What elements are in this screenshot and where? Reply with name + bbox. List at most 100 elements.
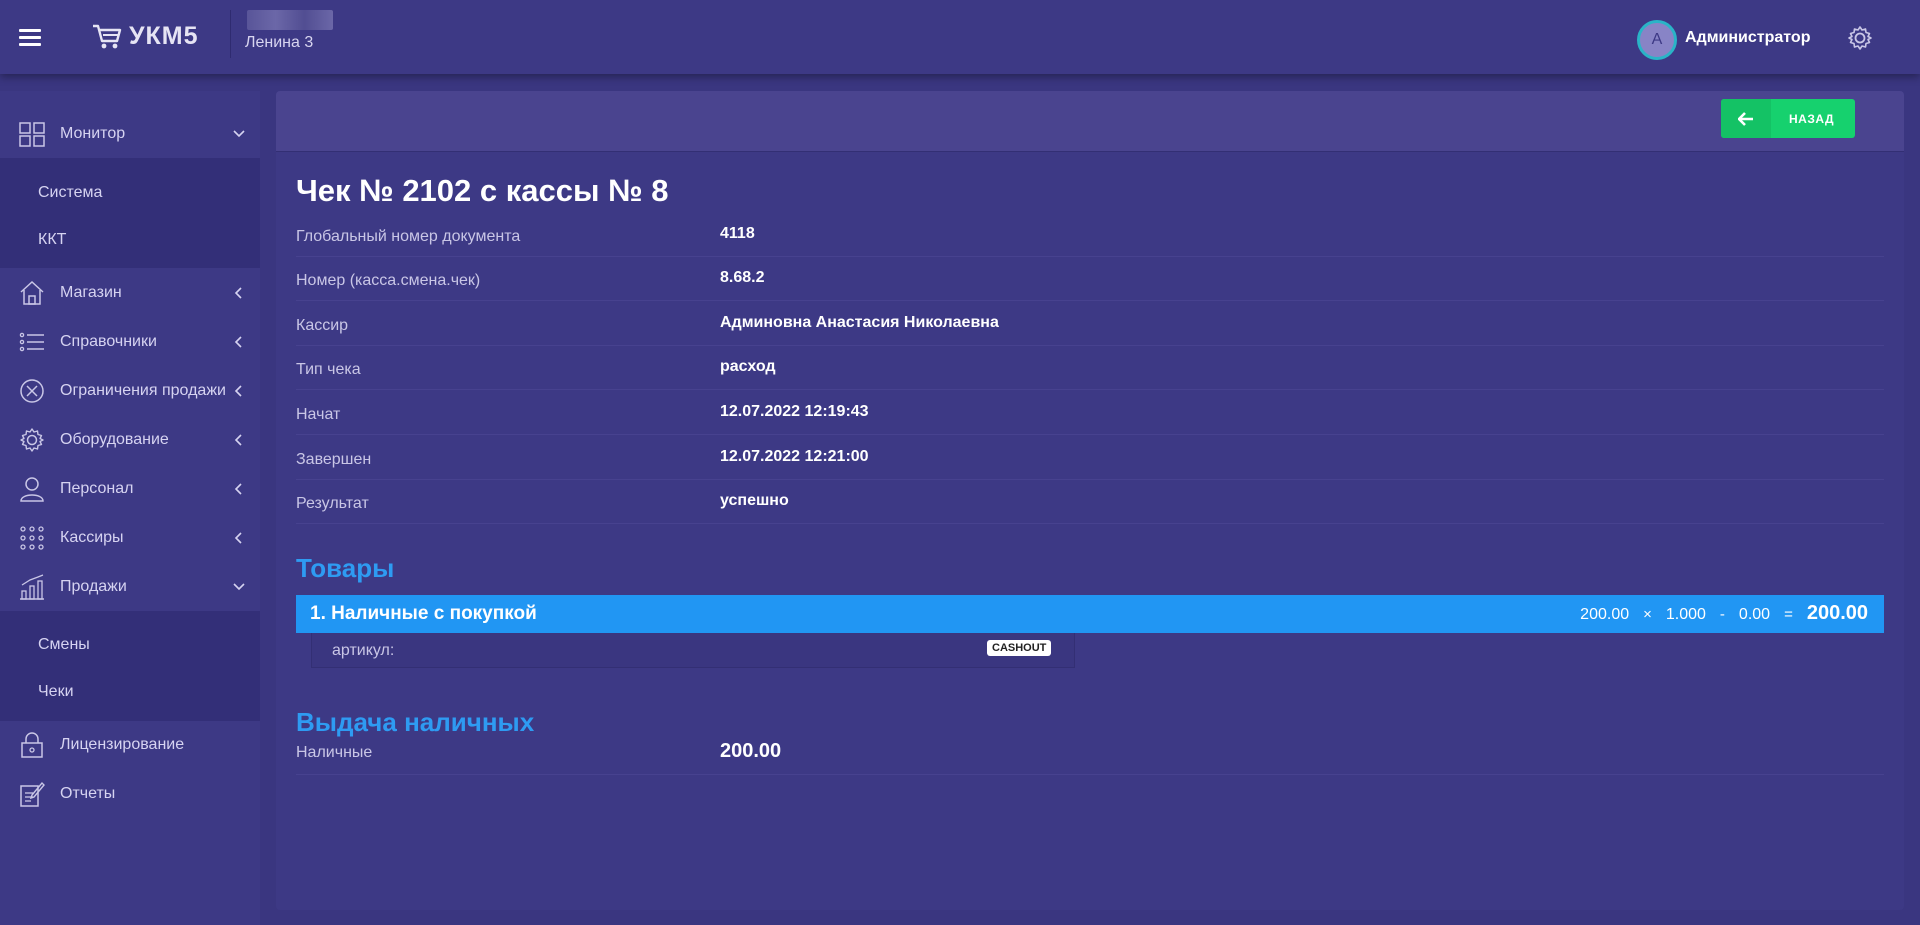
sidebar-subitem-system[interactable]: Система bbox=[38, 184, 102, 202]
chevron-down-icon bbox=[233, 583, 245, 591]
info-value: расход bbox=[720, 358, 776, 375]
chevron-left-icon bbox=[234, 336, 242, 348]
store-blurred-label bbox=[247, 10, 333, 30]
receipt-card: НАЗАД Чек № 2102 с кассы № 8 Глобальный … bbox=[276, 91, 1904, 910]
info-label: Глобальный номер документа bbox=[296, 228, 521, 245]
info-label: Тип чека bbox=[296, 361, 361, 378]
status-badge: CASHOUT bbox=[987, 640, 1052, 656]
monitor-grid-icon bbox=[19, 122, 45, 147]
avatar[interactable]: A bbox=[1637, 20, 1677, 60]
sidebar-item-label: Лицензирование bbox=[60, 736, 185, 753]
sidebar-item-reports[interactable]: Отчеты bbox=[0, 770, 260, 818]
sidebar-item-label: Отчеты bbox=[60, 785, 116, 802]
goods-discount: 0.00 bbox=[1738, 606, 1771, 623]
user-icon bbox=[20, 477, 44, 502]
chevron-left-icon bbox=[234, 434, 242, 446]
monitor-submenu: Система ККТ bbox=[0, 158, 260, 268]
gear-icon bbox=[20, 428, 44, 452]
sidebar-item-label: Продажи bbox=[60, 578, 127, 595]
store-name: Ленина 3 bbox=[245, 34, 314, 51]
info-row-started: Начат 12.07.2022 12:19:43 bbox=[296, 391, 1884, 435]
back-button[interactable]: НАЗАД bbox=[1721, 99, 1855, 138]
info-value: успешно bbox=[720, 492, 789, 509]
goods-item-calc: 200.00 × 1.000 - 0.00 = 200.00 bbox=[1580, 602, 1868, 625]
sidebar-item-cashiers[interactable]: Кассиры bbox=[0, 514, 260, 562]
store-selector[interactable]: Ленина 3 bbox=[230, 10, 333, 58]
sidebar-item-label: Ограничения продажи bbox=[60, 382, 226, 399]
page-title: Чек № 2102 с кассы № 8 bbox=[296, 173, 669, 208]
report-edit-icon bbox=[20, 781, 45, 807]
chevron-left-icon bbox=[234, 287, 242, 299]
info-value: 12.07.2022 12:19:43 bbox=[720, 403, 869, 420]
list-icon bbox=[19, 332, 44, 352]
sidebar-item-label: Магазин bbox=[60, 284, 122, 301]
sidebar-item-personnel[interactable]: Персонал bbox=[0, 465, 260, 513]
info-row-result: Результат успешно bbox=[296, 480, 1884, 524]
info-row-receipt-type: Тип чека расход bbox=[296, 346, 1884, 390]
sidebar-item-store[interactable]: Магазин bbox=[0, 269, 260, 317]
info-label: Номер (касса.смена.чек) bbox=[296, 272, 481, 289]
sidebar-item-sales-restrictions[interactable]: Ограничения продажи bbox=[0, 367, 260, 415]
sidebar-item-licensing[interactable]: Лицензирование bbox=[0, 721, 260, 769]
user-name[interactable]: Администратор bbox=[1685, 29, 1810, 47]
cashout-label: Наличные bbox=[296, 744, 373, 761]
sidebar-item-label: Справочники bbox=[60, 333, 157, 350]
goods-section-title: Товары bbox=[296, 553, 395, 583]
info-value: 12.07.2022 12:21:00 bbox=[720, 448, 869, 465]
info-row-global-number: Глобальный номер документа 4118 bbox=[296, 213, 1884, 257]
chevron-left-icon bbox=[234, 532, 242, 544]
minus-sign: - bbox=[1719, 606, 1725, 623]
goods-price: 200.00 bbox=[1580, 606, 1630, 623]
sidebar-subitem-shifts[interactable]: Смены bbox=[38, 636, 90, 654]
sidebar-item-references[interactable]: Справочники bbox=[0, 318, 260, 366]
info-value: 8.68.2 bbox=[720, 269, 765, 286]
goods-item-name: 1. Наличные с покупкой bbox=[310, 603, 537, 624]
goods-item-details: артикул: CASHOUT bbox=[311, 633, 1075, 668]
bar-chart-icon bbox=[20, 574, 44, 600]
sidebar-subitem-receipts[interactable]: Чеки bbox=[38, 683, 74, 701]
info-row-number: Номер (касса.смена.чек) 8.68.2 bbox=[296, 257, 1884, 301]
back-button-label: НАЗАД bbox=[1789, 111, 1835, 126]
goods-item-row[interactable]: 1. Наличные с покупкой 200.00 × 1.000 - … bbox=[296, 595, 1884, 633]
cashout-section-title: Выдача наличных bbox=[296, 707, 535, 737]
sales-submenu: Смены Чеки bbox=[0, 611, 260, 721]
sidebar-item-equipment[interactable]: Оборудование bbox=[0, 416, 260, 464]
cashout-value: 200.00 bbox=[720, 740, 782, 762]
chevron-left-icon bbox=[234, 483, 242, 495]
info-label: Кассир bbox=[296, 317, 349, 334]
card-toolbar: НАЗАД bbox=[276, 91, 1904, 152]
sidebar-item-label: Кассиры bbox=[60, 529, 124, 546]
sku-label: артикул: bbox=[332, 642, 395, 659]
sidebar-item-monitor[interactable]: Монитор bbox=[0, 110, 260, 158]
equals-sign: = bbox=[1784, 606, 1793, 623]
app-logo[interactable]: УКМ5 bbox=[91, 22, 199, 51]
cart-icon bbox=[93, 24, 122, 48]
sidebar-item-label: Оборудование bbox=[60, 431, 169, 448]
lock-icon bbox=[21, 732, 43, 758]
goods-qty: 1.000 bbox=[1665, 606, 1706, 623]
sidebar-item-sales[interactable]: Продажи bbox=[0, 563, 260, 611]
info-label: Завершен bbox=[296, 451, 372, 468]
info-value: Админовна Анастасия Николаевна bbox=[720, 314, 999, 331]
sidebar-subitem-kkt[interactable]: ККТ bbox=[38, 231, 66, 249]
store-icon bbox=[20, 280, 44, 305]
info-row-cashier: Кассир Админовна Анастасия Николаевна bbox=[296, 302, 1884, 346]
circle-x-icon bbox=[20, 379, 44, 403]
info-label: Начат bbox=[296, 406, 341, 423]
goods-total: 200.00 bbox=[1806, 602, 1868, 624]
settings-gear-icon[interactable] bbox=[1846, 24, 1874, 52]
cashout-row: Наличные 200.00 bbox=[296, 735, 1884, 775]
info-label: Результат bbox=[296, 495, 369, 512]
info-row-finished: Завершен 12.07.2022 12:21:00 bbox=[296, 436, 1884, 480]
chevron-down-icon bbox=[233, 130, 245, 138]
chevron-left-icon bbox=[234, 385, 242, 397]
top-header: УКМ5 Ленина 3 A Администратор bbox=[0, 0, 1920, 74]
times-sign: × bbox=[1643, 606, 1652, 623]
arrow-left-icon bbox=[1721, 99, 1771, 138]
info-value: 4118 bbox=[720, 225, 755, 242]
sidebar-item-label: Монитор bbox=[60, 125, 126, 142]
app-name: УКМ5 bbox=[129, 22, 199, 50]
sidebar-item-label: Персонал bbox=[60, 480, 134, 497]
dots-grid-icon bbox=[20, 526, 44, 550]
menu-icon[interactable] bbox=[19, 29, 41, 47]
